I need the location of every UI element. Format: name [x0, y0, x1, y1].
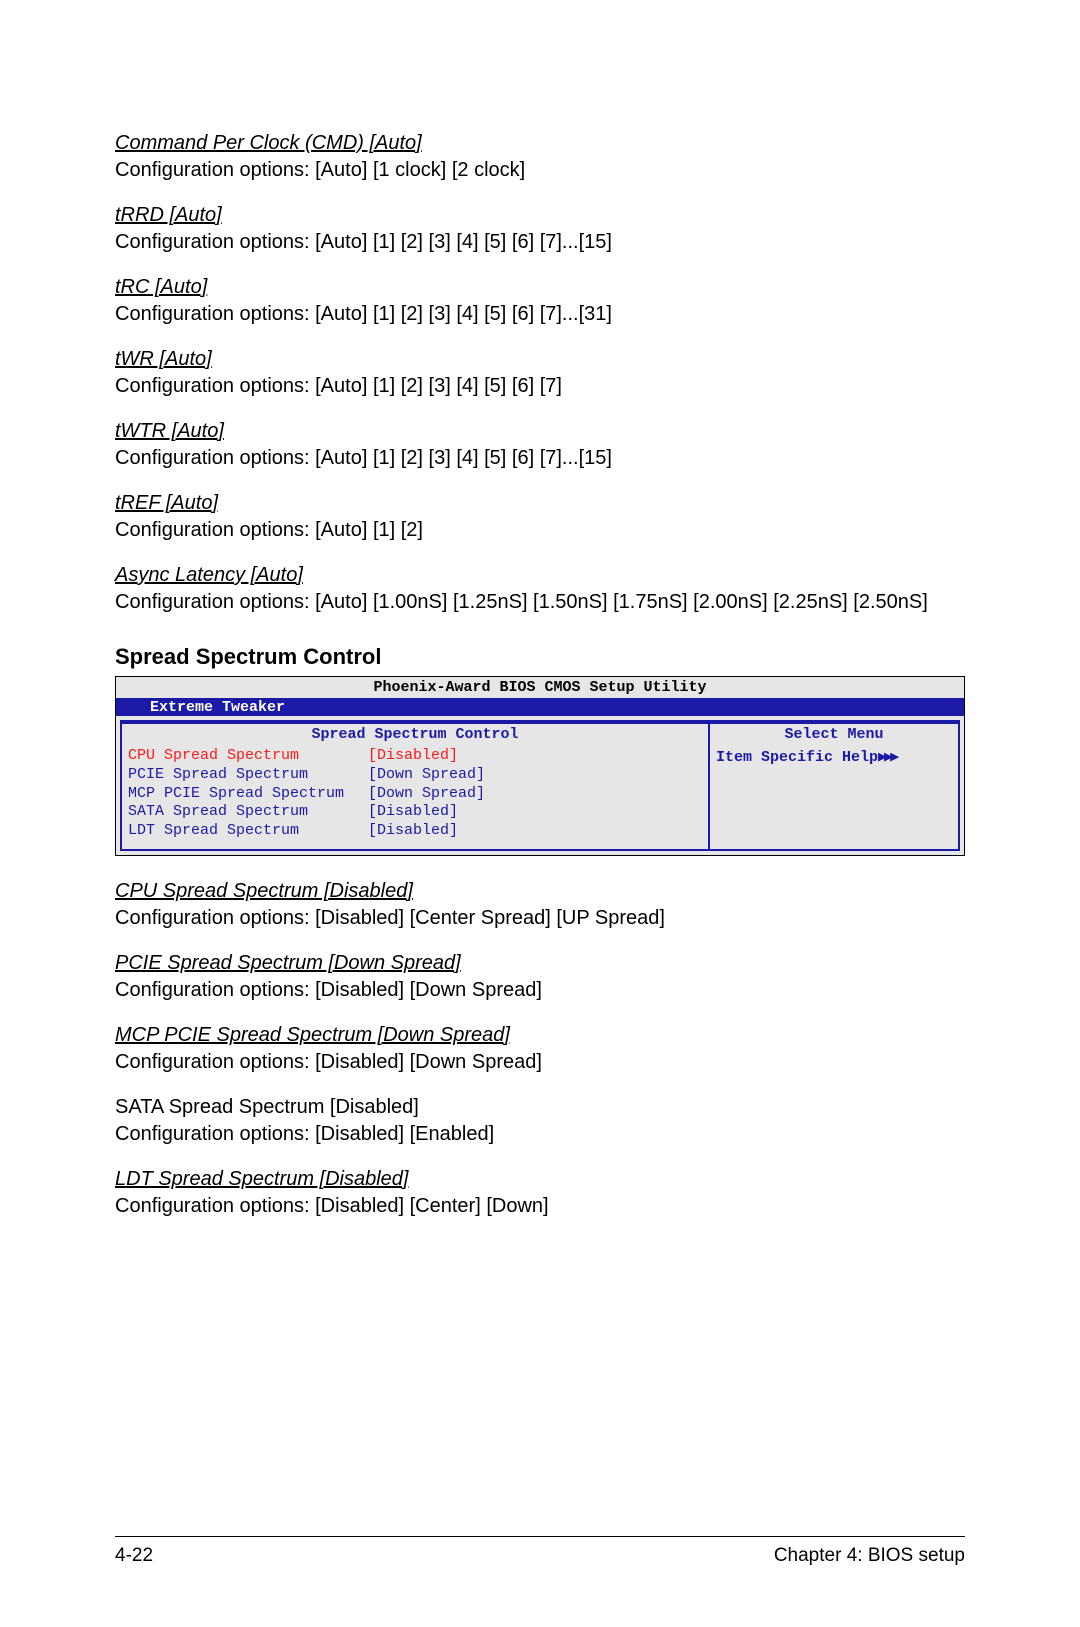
bios-help-label: Item Specific Help — [716, 749, 878, 766]
setting-desc: Configuration options: [Auto] [1] [2] [3… — [115, 445, 965, 472]
bios-menu-bar: Extreme Tweaker — [116, 698, 964, 716]
timing-settings-list: Command Per Clock (CMD) [Auto] Configura… — [115, 130, 965, 616]
page-footer: 4-22 Chapter 4: BIOS setup — [115, 1536, 965, 1567]
bios-row-value: [Disabled] — [368, 803, 458, 822]
setting-title: CPU Spread Spectrum [Disabled] — [115, 878, 965, 905]
setting-desc: Configuration options: [Disabled] [Down … — [115, 1049, 965, 1076]
bios-main-area: Spread Spectrum Control CPU Spread Spect… — [120, 720, 960, 851]
bios-row-label: SATA Spread Spectrum — [128, 803, 368, 822]
spread-spectrum-settings-list: CPU Spread Spectrum [Disabled] Configura… — [115, 878, 965, 1220]
setting-title: tRRD [Auto] — [115, 202, 965, 229]
page-number: 4-22 — [115, 1545, 153, 1567]
setting-block: tWTR [Auto] Configuration options: [Auto… — [115, 418, 965, 472]
bios-row-ldt-spread[interactable]: LDT Spread Spectrum [Disabled] — [128, 822, 702, 841]
setting-desc: Configuration options: [Disabled] [Enabl… — [115, 1121, 965, 1148]
setting-title: MCP PCIE Spread Spectrum [Down Spread] — [115, 1022, 965, 1049]
setting-block: tREF [Auto] Configuration options: [Auto… — [115, 490, 965, 544]
bios-row-value: [Down Spread] — [368, 785, 485, 804]
bios-right-heading: Select Menu — [716, 726, 952, 747]
setting-desc: Configuration options: [Auto] [1] [2] — [115, 517, 965, 544]
setting-title: tREF [Auto] — [115, 490, 965, 517]
setting-block: tRC [Auto] Configuration options: [Auto]… — [115, 274, 965, 328]
bios-row-sata-spread[interactable]: SATA Spread Spectrum [Disabled] — [128, 803, 702, 822]
setting-title: LDT Spread Spectrum [Disabled] — [115, 1166, 965, 1193]
setting-title: tWR [Auto] — [115, 346, 965, 373]
setting-desc: Configuration options: [Disabled] [Cente… — [115, 905, 965, 932]
setting-title: SATA Spread Spectrum [Disabled] — [115, 1094, 965, 1121]
bios-row-label: CPU Spread Spectrum — [128, 747, 368, 766]
bios-row-mcp-pcie-spread[interactable]: MCP PCIE Spread Spectrum [Down Spread] — [128, 785, 702, 804]
setting-block: SATA Spread Spectrum [Disabled] Configur… — [115, 1094, 965, 1148]
bios-row-value: [Disabled] — [368, 822, 458, 841]
setting-desc: Configuration options: [Disabled] [Cente… — [115, 1193, 965, 1220]
setting-block: MCP PCIE Spread Spectrum [Down Spread] C… — [115, 1022, 965, 1076]
setting-title: Async Latency [Auto] — [115, 562, 965, 589]
setting-block: Command Per Clock (CMD) [Auto] Configura… — [115, 130, 965, 184]
bios-utility-title: Phoenix-Award BIOS CMOS Setup Utility — [116, 677, 964, 698]
bios-row-value: [Down Spread] — [368, 766, 485, 785]
setting-desc: Configuration options: [Disabled] [Down … — [115, 977, 965, 1004]
chapter-label: Chapter 4: BIOS setup — [774, 1545, 965, 1567]
setting-title: PCIE Spread Spectrum [Down Spread] — [115, 950, 965, 977]
bios-row-label: LDT Spread Spectrum — [128, 822, 368, 841]
setting-block: LDT Spread Spectrum [Disabled] Configura… — [115, 1166, 965, 1220]
bios-screenshot: Phoenix-Award BIOS CMOS Setup Utility Ex… — [115, 676, 965, 856]
page: Command Per Clock (CMD) [Auto] Configura… — [0, 0, 1080, 1627]
setting-block: PCIE Spread Spectrum [Down Spread] Confi… — [115, 950, 965, 1004]
bios-row-label: PCIE Spread Spectrum — [128, 766, 368, 785]
bios-row-cpu-spread[interactable]: CPU Spread Spectrum [Disabled] — [128, 747, 702, 766]
bios-tab-extreme-tweaker[interactable]: Extreme Tweaker — [140, 698, 295, 717]
setting-block: tRRD [Auto] Configuration options: [Auto… — [115, 202, 965, 256]
setting-block: tWR [Auto] Configuration options: [Auto]… — [115, 346, 965, 400]
bios-row-label: MCP PCIE Spread Spectrum — [128, 785, 368, 804]
bios-row-value: [Disabled] — [368, 747, 458, 766]
setting-desc: Configuration options: [Auto] [1] [2] [3… — [115, 301, 965, 328]
bios-left-heading: Spread Spectrum Control — [128, 726, 702, 747]
bios-right-panel: Select Menu Item Specific Help▶▶▶ — [710, 722, 960, 851]
setting-desc: Configuration options: [Auto] [1.00nS] [… — [115, 589, 965, 616]
bios-row-pcie-spread[interactable]: PCIE Spread Spectrum [Down Spread] — [128, 766, 702, 785]
section-heading-spread-spectrum: Spread Spectrum Control — [115, 644, 965, 670]
bios-left-panel: Spread Spectrum Control CPU Spread Spect… — [120, 722, 710, 851]
setting-block: Async Latency [Auto] Configuration optio… — [115, 562, 965, 616]
bios-help-line: Item Specific Help▶▶▶ — [716, 747, 952, 766]
triangle-right-icon: ▶▶▶ — [878, 749, 896, 766]
setting-desc: Configuration options: [Auto] [1] [2] [3… — [115, 229, 965, 256]
setting-title: tRC [Auto] — [115, 274, 965, 301]
setting-title: tWTR [Auto] — [115, 418, 965, 445]
setting-title: Command Per Clock (CMD) [Auto] — [115, 130, 965, 157]
setting-block: CPU Spread Spectrum [Disabled] Configura… — [115, 878, 965, 932]
setting-desc: Configuration options: [Auto] [1 clock] … — [115, 157, 965, 184]
setting-desc: Configuration options: [Auto] [1] [2] [3… — [115, 373, 965, 400]
